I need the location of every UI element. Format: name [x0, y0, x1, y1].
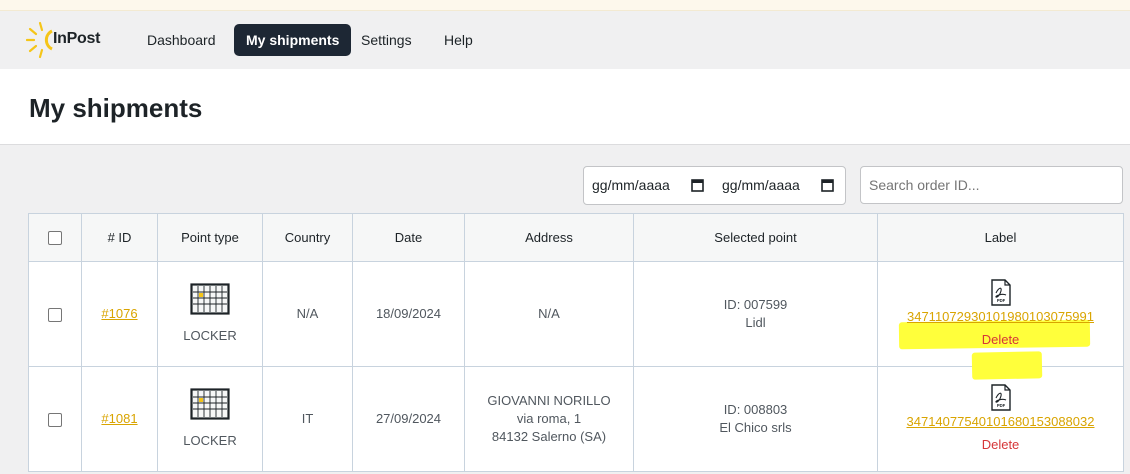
pdf-file-icon[interactable]: PDF: [990, 279, 1012, 306]
address-line: N/A: [538, 306, 560, 321]
date-to-field[interactable]: gg/mm/aaaa: [722, 167, 800, 204]
column-header-country[interactable]: Country: [262, 213, 353, 262]
date-cell: 27/09/2024: [352, 366, 465, 472]
svg-text:PDF: PDF: [996, 403, 1005, 408]
selected-point-id: ID: 008803: [723, 402, 788, 417]
address-line: 84132 Salerno (SA): [491, 429, 607, 444]
column-header-selected-point[interactable]: Selected point: [633, 213, 878, 262]
inpost-logo[interactable]: InPost: [26, 19, 106, 61]
page-header: My shipments: [0, 69, 1130, 145]
point-type-cell: LOCKER: [157, 366, 263, 472]
select-all-cell: [28, 213, 82, 262]
date-cell: 18/09/2024: [352, 261, 465, 367]
label-cell: PDF 34711072930101980103075991 Delete: [877, 261, 1124, 380]
delete-label-link[interactable]: Delete: [982, 331, 1020, 349]
date-range-filter: gg/mm/aaaa gg/mm/aaaa: [583, 166, 846, 205]
shipments-table: # ID Point type Country Date Address Sel…: [28, 213, 1124, 472]
date-from-field[interactable]: gg/mm/aaaa: [592, 167, 670, 204]
order-id-cell: #1076: [81, 261, 158, 367]
order-id-link[interactable]: #1076: [101, 306, 137, 321]
svg-text:PDF: PDF: [996, 298, 1005, 303]
parcel-locker-icon: [190, 388, 230, 420]
column-header-address[interactable]: Address: [464, 213, 634, 262]
calendar-icon[interactable]: [691, 178, 704, 192]
delete-label-link[interactable]: Delete: [982, 436, 1020, 454]
order-id-link[interactable]: #1081: [101, 411, 137, 426]
point-type-cell: LOCKER: [157, 261, 263, 367]
selected-point-id: ID: 007599: [723, 297, 788, 312]
select-all-checkbox[interactable]: [48, 231, 62, 246]
address-cell: GIOVANNI NORILLO via roma, 1 84132 Saler…: [464, 366, 634, 472]
table-row: #1081 LOCKER IT 27/09/2024 GIOVANNI NORI…: [28, 366, 1124, 472]
sun-logo-icon: [26, 21, 53, 59]
order-id-cell: #1081: [81, 366, 158, 472]
row-checkbox[interactable]: [48, 412, 62, 427]
nav-dashboard[interactable]: Dashboard: [135, 24, 228, 56]
column-header-date[interactable]: Date: [352, 213, 465, 262]
row-select-cell: [28, 261, 82, 367]
top-navbar: InPost Dashboard My shipments Settings H…: [0, 11, 1130, 69]
selected-point-name: El Chico srls: [719, 420, 792, 435]
selected-point-name: Lidl: [745, 315, 766, 330]
column-header-point-type[interactable]: Point type: [157, 213, 263, 262]
search-order-input[interactable]: [860, 166, 1123, 204]
point-type-label: LOCKER: [183, 433, 237, 448]
nav-help[interactable]: Help: [432, 24, 485, 56]
label-number-link[interactable]: 34714077540101680153088032: [907, 414, 1095, 429]
parcel-locker-icon: [190, 283, 230, 315]
label-number-link[interactable]: 34711072930101980103075991: [907, 309, 1094, 324]
selected-point-cell: ID: 008803 El Chico srls: [633, 366, 878, 472]
address-line: GIOVANNI NORILLO: [487, 393, 611, 408]
label-cell: PDF 34714077540101680153088032 Delete: [877, 366, 1124, 472]
column-header-label[interactable]: Label: [877, 213, 1124, 262]
row-select-cell: [28, 366, 82, 472]
pdf-file-icon[interactable]: PDF: [990, 384, 1012, 411]
nav-my-shipments[interactable]: My shipments: [234, 24, 352, 56]
column-header-id[interactable]: # ID: [81, 213, 158, 262]
table-header-row: # ID Point type Country Date Address Sel…: [28, 213, 1124, 262]
nav-settings[interactable]: Settings: [349, 24, 424, 56]
selected-point-cell: ID: 007599 Lidl: [633, 261, 878, 367]
row-checkbox[interactable]: [48, 307, 62, 322]
logo-text: InPost: [53, 30, 101, 47]
page-title: My shipments: [29, 93, 203, 123]
calendar-icon[interactable]: [821, 178, 834, 192]
country-cell: N/A: [262, 261, 353, 367]
country-cell: IT: [262, 366, 353, 472]
point-type-label: LOCKER: [183, 328, 237, 343]
top-notice-strip: [0, 0, 1130, 11]
table-row: #1076 LOCKER N/A 18/09/2024 N/A ID: 0075…: [28, 261, 1124, 380]
address-cell: N/A: [464, 261, 634, 367]
address-line: via roma, 1: [516, 411, 582, 426]
